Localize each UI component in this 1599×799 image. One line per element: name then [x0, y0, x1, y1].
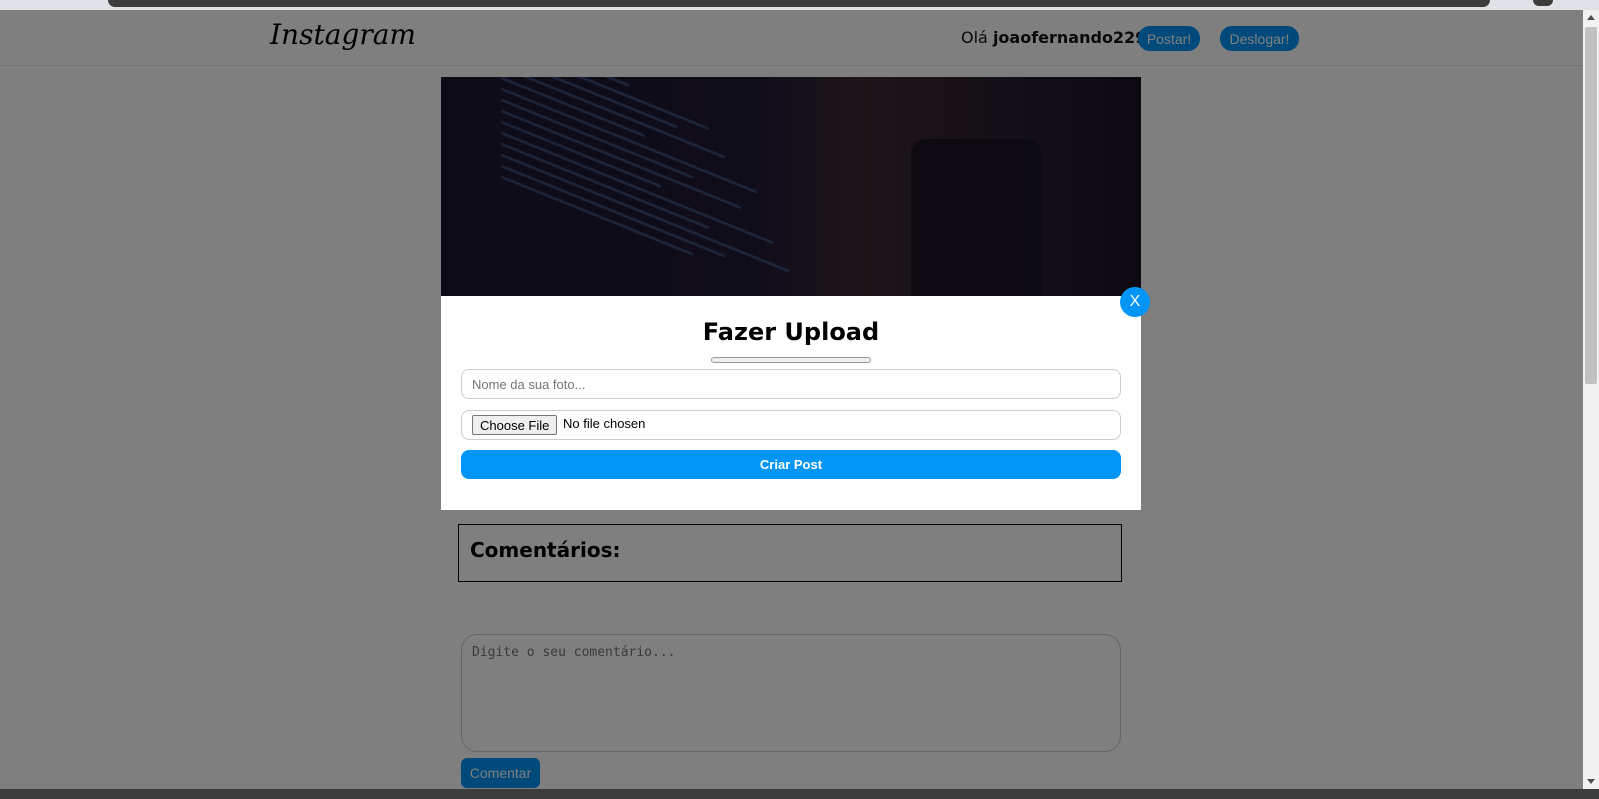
create-post-button[interactable]: Criar Post: [461, 450, 1121, 479]
browser-address-bar[interactable]: [108, 0, 1490, 7]
photo-name-input[interactable]: [461, 369, 1121, 399]
scroll-down-icon[interactable]: [1587, 779, 1595, 784]
modal-title: Fazer Upload: [702, 318, 880, 346]
browser-tab-strip: [0, 0, 1599, 10]
scroll-up-icon[interactable]: [1587, 15, 1595, 20]
browser-profile-icon[interactable]: [1533, 0, 1553, 6]
browser-bottom-bar: [0, 789, 1599, 799]
upload-modal: Fazer Upload Choose File No file chosen …: [441, 296, 1141, 510]
file-input: Choose File No file chosen: [461, 410, 1121, 440]
upload-progress-bar: [711, 357, 871, 363]
file-status: No file chosen: [563, 416, 646, 431]
scrollbar-thumb[interactable]: [1585, 27, 1597, 384]
page-scrollbar[interactable]: [1583, 10, 1599, 789]
close-modal-button[interactable]: X: [1120, 287, 1150, 317]
choose-file-button[interactable]: Choose File: [472, 415, 558, 435]
